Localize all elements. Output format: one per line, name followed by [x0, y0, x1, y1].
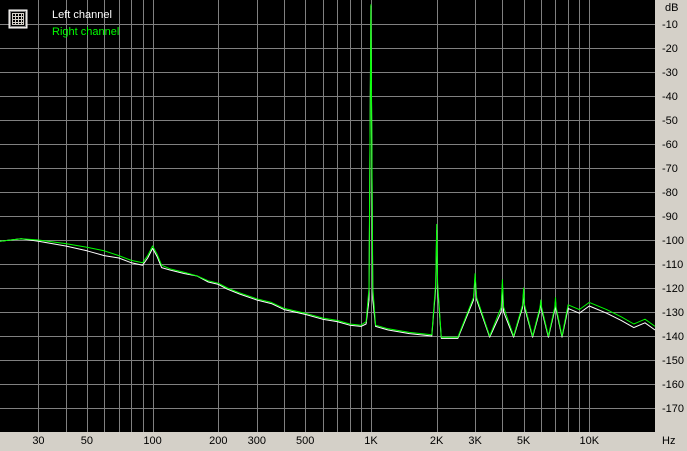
x-unit-label: Hz	[662, 435, 675, 447]
x-tick-label: 100	[143, 435, 161, 447]
y-unit-label: dB	[665, 2, 678, 14]
y-tick-label: -140	[662, 331, 684, 343]
y-tick-label: -90	[662, 211, 678, 223]
legend-toggle-button[interactable]	[8, 9, 28, 29]
x-tick-label: 500	[296, 435, 314, 447]
y-tick-label: -20	[662, 43, 678, 55]
x-tick-label: 50	[81, 435, 93, 447]
x-tick-label: 200	[209, 435, 227, 447]
grid-icon	[12, 13, 24, 25]
y-tick-label: -150	[662, 355, 684, 367]
x-tick-label: 3K	[468, 435, 482, 447]
x-tick-label: 30	[32, 435, 44, 447]
spectrum-analyzer-window: 30 50 100 200 300 500 1K 2K 3K 5K 10K -10 -20 -30 -40…	[0, 0, 687, 451]
y-tick-label: -50	[662, 115, 678, 127]
legend-item-left-channel: Left channel	[52, 9, 112, 21]
x-tick-label: 1K	[364, 435, 378, 447]
x-tick-label: 300	[248, 435, 266, 447]
x-tick-label: 10K	[579, 435, 599, 447]
y-tick-label: -80	[662, 187, 678, 199]
y-tick-label: -130	[662, 307, 684, 319]
y-tick-label: -100	[662, 235, 684, 247]
x-tick-label: 5K	[517, 435, 531, 447]
y-tick-label: -60	[662, 139, 678, 151]
legend-item-right-channel: Right channel	[52, 26, 119, 38]
y-tick-label: -110	[662, 259, 683, 271]
spectrum-chart: 30 50 100 200 300 500 1K 2K 3K 5K 10K -10 -20 -30 -40…	[0, 0, 687, 451]
y-tick-label: -120	[662, 283, 684, 295]
y-tick-label: -170	[662, 403, 684, 415]
x-tick-label: 2K	[430, 435, 444, 447]
y-tick-label: -10	[662, 19, 678, 31]
y-tick-label: -70	[662, 163, 678, 175]
y-tick-label: -40	[662, 91, 678, 103]
y-tick-label: -160	[662, 379, 684, 391]
y-tick-label: -30	[662, 67, 678, 79]
